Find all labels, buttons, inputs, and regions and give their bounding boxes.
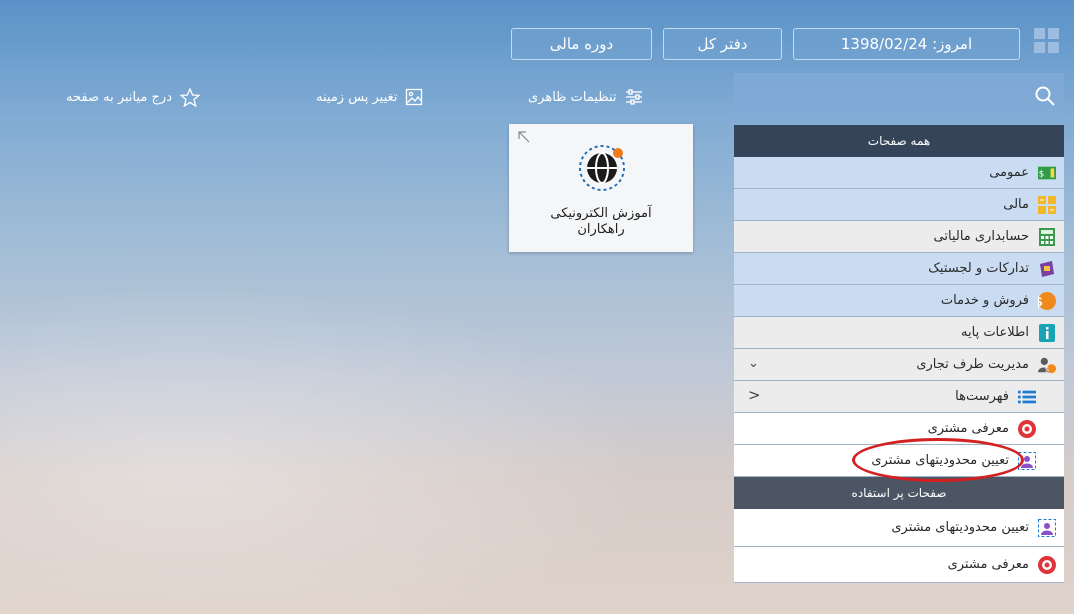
sidebar-item-label: اطلاعات پایه bbox=[961, 325, 1029, 340]
e-learning-tile[interactable]: آموزش الکترونیکی راهکاران bbox=[509, 124, 693, 252]
tile-title-line1: آموزش الکترونیکی bbox=[550, 206, 652, 221]
frequent-item-label: تعیین محدودیتهای مشتری bbox=[891, 520, 1029, 535]
sidebar-item-financial[interactable]: مالی bbox=[734, 189, 1064, 221]
appearance-settings-button[interactable]: تنظیمات ظاهری bbox=[528, 86, 643, 108]
fiscal-period-button[interactable]: دوره مالی bbox=[511, 28, 652, 60]
change-background-button[interactable]: تغییر پس زمینه bbox=[316, 86, 423, 108]
sidebar-item-general[interactable]: $ عمومی bbox=[734, 157, 1064, 189]
sidebar-item-label: تدارکات و لجستیک bbox=[928, 261, 1029, 276]
search-icon[interactable] bbox=[1034, 85, 1056, 107]
sidebar-item-label: فهرست‌ها bbox=[955, 389, 1009, 404]
box-icon bbox=[1038, 260, 1056, 278]
list-icon bbox=[1018, 388, 1036, 406]
appearance-settings-label: تنظیمات ظاهری bbox=[528, 89, 617, 105]
sidebar-item-label: مالی bbox=[1003, 197, 1029, 212]
customer-intro-icon bbox=[1018, 419, 1036, 438]
search-bar[interactable] bbox=[734, 73, 1064, 118]
star-icon bbox=[179, 87, 200, 107]
frequent-item-customer-limits[interactable]: تعیین محدودیتهای مشتری bbox=[734, 509, 1064, 547]
sidebar-item-business-partner[interactable]: $ مدیریت طرف تجاری ⌄ bbox=[734, 349, 1064, 381]
calculator-icon bbox=[1038, 227, 1056, 246]
sidebar-item-label: معرفی مشتری bbox=[927, 421, 1009, 436]
info-icon bbox=[1038, 323, 1056, 342]
svg-text:$: $ bbox=[1045, 364, 1050, 373]
desktop-background bbox=[0, 250, 740, 614]
chevron-down-icon[interactable]: ⌄ bbox=[748, 356, 759, 371]
image-icon bbox=[406, 88, 423, 106]
sidebar-item-label: مدیریت طرف تجاری bbox=[916, 357, 1029, 372]
svg-text:$: $ bbox=[1038, 295, 1043, 310]
business-partner-icon: $ bbox=[1038, 356, 1056, 374]
frequent-item-customer-intro[interactable]: معرفی مشتری bbox=[734, 547, 1064, 583]
sidebar-item-label: عمومی bbox=[989, 165, 1029, 180]
sidebar-item-tax-accounting[interactable]: حسابداری مالیاتی bbox=[734, 221, 1064, 253]
globe-logo-icon bbox=[579, 145, 625, 191]
all-pages-header: همه صفحات bbox=[734, 125, 1064, 157]
dollar-coin-icon: $ bbox=[1038, 291, 1056, 310]
chevron-left-icon[interactable]: < bbox=[748, 386, 761, 404]
general-ledger-button[interactable]: دفتر کل bbox=[663, 28, 782, 60]
customer-intro-icon bbox=[1038, 555, 1056, 574]
apps-grid-icon[interactable] bbox=[1034, 28, 1060, 54]
customer-limits-icon bbox=[1038, 518, 1056, 537]
unpin-arrow-icon[interactable] bbox=[517, 130, 531, 144]
sidebar-item-procurement[interactable]: تدارکات و لجستیک bbox=[734, 253, 1064, 285]
frequent-pages-header: صفحات پر استفاده bbox=[734, 477, 1064, 509]
today-date-button[interactable]: امروز: 1398/02/24 bbox=[793, 28, 1020, 60]
sliders-icon bbox=[625, 89, 642, 105]
sidebar-item-label: فروش و خدمات bbox=[940, 293, 1029, 308]
sidebar-item-lists[interactable]: فهرست‌ها < bbox=[734, 381, 1064, 413]
sidebar-menu: همه صفحات $ عمومی مالی حسابداری مالیاتی … bbox=[734, 125, 1064, 583]
add-shortcut-label: درج میانبر به صفحه bbox=[66, 89, 172, 105]
highlight-circle bbox=[852, 438, 1024, 482]
calc-grid-icon bbox=[1038, 195, 1056, 214]
sidebar-item-sales[interactable]: $ فروش و خدمات bbox=[734, 285, 1064, 317]
frequent-item-label: معرفی مشتری bbox=[947, 557, 1029, 572]
add-shortcut-button[interactable]: درج میانبر به صفحه bbox=[66, 86, 200, 108]
sidebar-item-label: حسابداری مالیاتی bbox=[933, 229, 1029, 244]
money-icon: $ bbox=[1038, 164, 1056, 182]
tile-title-line2: راهکاران bbox=[577, 222, 625, 237]
sidebar-item-base-info[interactable]: اطلاعات پایه bbox=[734, 317, 1064, 349]
change-background-label: تغییر پس زمینه bbox=[316, 89, 398, 105]
svg-text:$: $ bbox=[1039, 169, 1045, 179]
